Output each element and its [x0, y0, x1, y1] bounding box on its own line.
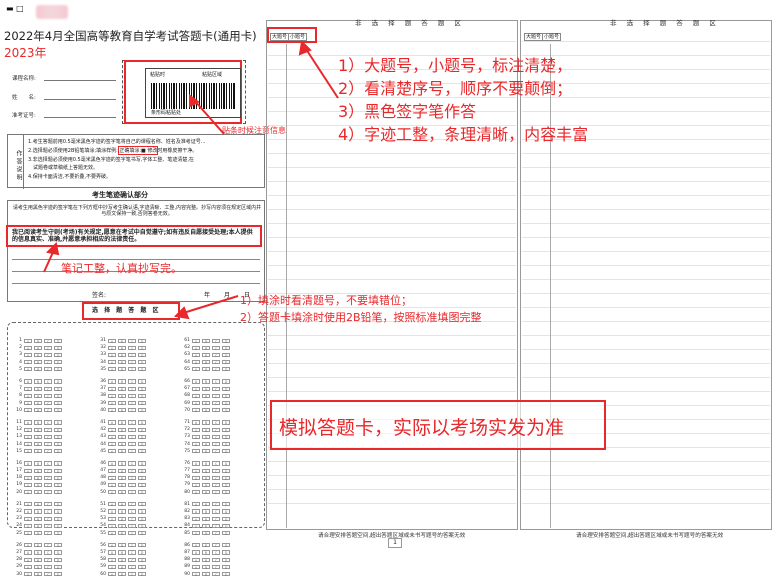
answer-bubble[interactable]: A	[108, 557, 116, 563]
question-row: 59 A B C D	[98, 563, 148, 570]
answer-bubble[interactable]: C	[128, 550, 136, 555]
question-row: 90 A B C D	[182, 570, 232, 577]
question-row: 60 A B C D	[98, 570, 148, 577]
question-row: 89 A B C D	[182, 563, 232, 570]
answer-bubble[interactable]: C	[212, 564, 220, 570]
question-number: 58	[100, 557, 106, 563]
question-number: 59	[100, 564, 106, 570]
answer-bubble[interactable]: C	[212, 550, 220, 555]
answer-bubble[interactable]: C	[44, 550, 52, 555]
answer-bubble[interactable]: D	[54, 571, 62, 577]
answer-bubble[interactable]: B	[118, 564, 126, 570]
arrow-to-question-number	[303, 45, 339, 99]
answer-bubble[interactable]: B	[34, 564, 42, 570]
question-number: 60	[100, 571, 106, 577]
answer-bubble[interactable]: C	[44, 557, 52, 563]
question-number: 88	[184, 557, 190, 563]
answer-bubble[interactable]: B	[118, 550, 126, 555]
question-row: 57 A B C D	[98, 549, 148, 556]
answer-bubble[interactable]: B	[34, 557, 42, 563]
question-number: 89	[184, 564, 190, 570]
question-number: 90	[184, 571, 190, 577]
answer-bubble[interactable]: D	[54, 550, 62, 555]
answer-bubble[interactable]: B	[118, 557, 126, 563]
answer-bubble[interactable]: C	[128, 571, 136, 577]
answer-bubble[interactable]: B	[34, 550, 42, 555]
question-number: 30	[16, 571, 22, 577]
answer-bubble[interactable]: A	[192, 564, 200, 570]
question-row: 88 A B C D	[182, 556, 232, 563]
group-gap	[182, 578, 232, 583]
answer-bubble[interactable]: D	[222, 557, 230, 563]
question-row: 87 A B C D	[182, 549, 232, 556]
answer-bubble[interactable]: A	[108, 571, 116, 577]
answer-bubble[interactable]: B	[34, 571, 42, 577]
question-number: 27	[16, 549, 22, 555]
answer-bubble[interactable]: D	[138, 550, 146, 555]
question-row: 28 A B C D	[14, 556, 64, 563]
answer-bubble[interactable]: C	[212, 571, 220, 577]
answer-bubble[interactable]: B	[202, 550, 210, 555]
answer-bubble[interactable]: D	[222, 564, 230, 570]
answer-bubble[interactable]: D	[138, 557, 146, 563]
question-number: 29	[16, 564, 22, 570]
answer-bubble[interactable]: B	[202, 571, 210, 577]
answer-bubble[interactable]: D	[222, 571, 230, 577]
question-row: 27 A B C D	[14, 549, 64, 556]
arrow-head	[45, 241, 60, 256]
answer-bubble[interactable]: C	[128, 564, 136, 570]
answer-bubble[interactable]: A	[24, 557, 32, 563]
group-gap	[14, 578, 64, 583]
answer-bubble[interactable]: A	[108, 564, 116, 570]
answer-bubble[interactable]: B	[202, 564, 210, 570]
answer-bubble[interactable]: A	[192, 557, 200, 563]
arrow-to-barcode	[193, 99, 225, 135]
answer-bubble[interactable]: C	[128, 557, 136, 563]
answer-bubble[interactable]: D	[222, 550, 230, 555]
question-row: 58 A B C D	[98, 556, 148, 563]
answer-bubble[interactable]: A	[24, 550, 32, 555]
answer-bubble[interactable]: B	[202, 557, 210, 563]
answer-bubble[interactable]: C	[212, 557, 220, 563]
answer-bubble[interactable]: D	[138, 564, 146, 570]
answer-bubble[interactable]: C	[44, 564, 52, 570]
answer-bubble[interactable]: C	[44, 571, 52, 577]
arrow-to-objective	[179, 295, 239, 315]
answer-bubble[interactable]: D	[54, 557, 62, 563]
answer-bubble[interactable]: D	[54, 564, 62, 570]
question-number: 57	[100, 549, 106, 555]
annotation-arrows	[43, 39, 339, 320]
answer-bubble[interactable]: A	[192, 550, 200, 555]
answer-bubble[interactable]: A	[24, 571, 32, 577]
answer-bubble[interactable]: A	[108, 550, 116, 555]
answer-bubble[interactable]: B	[118, 571, 126, 577]
group-gap	[98, 578, 148, 583]
answer-bubble[interactable]: D	[138, 571, 146, 577]
question-row: 30 A B C D	[14, 570, 64, 577]
answer-bubble[interactable]: A	[192, 571, 200, 577]
question-number: 87	[184, 549, 190, 555]
question-row: 29 A B C D	[14, 563, 64, 570]
question-number: 28	[16, 557, 22, 563]
arrow-head	[173, 306, 190, 320]
answer-bubble[interactable]: A	[24, 564, 32, 570]
